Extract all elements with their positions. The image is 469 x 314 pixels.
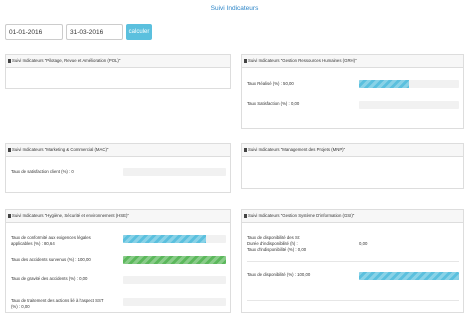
hse-row-accidents-bar <box>123 256 226 264</box>
calculate-button[interactable]: calculer <box>126 24 152 40</box>
gsi-separator <box>247 261 459 262</box>
panel-hse-header: Suivi Indicateurs "Hygiène, Sécurité et … <box>6 210 230 223</box>
chart-icon <box>8 58 11 63</box>
panel-mnp: Suivi Indicateurs "Management des Projet… <box>241 143 464 189</box>
grh-row-taux-realise-label: Taux Réalisé (%) : 50,00 <box>247 81 294 86</box>
chart-icon <box>8 213 11 218</box>
hse-row-conformite-line2: applicables (%) : 80,64 <box>11 241 55 246</box>
hse-row-sst-label: Taux de traitement des actions lié à l'a… <box>11 298 104 310</box>
panel-mnp-title: Suivi Indicateurs "Management des Projet… <box>248 147 346 152</box>
gsi-separator-bottom <box>247 300 459 301</box>
progress-fill <box>123 235 207 243</box>
chart-icon <box>244 58 247 63</box>
hse-row-sst-line2: (%) : 0,00 <box>11 304 30 309</box>
hse-row-conformite-label: Taux de conformité aux exigences légales… <box>11 235 91 247</box>
mac-row-satisfaction-bar <box>123 168 226 176</box>
hse-row-accidents-label: Taux des accidents survenus (%) : 100,00 <box>11 257 91 262</box>
mac-row-satisfaction-label: Taux de satisfaction client (%) : 0 <box>11 169 74 174</box>
panel-mac-title: Suivi Indicateurs "Marketing & Commercia… <box>12 147 109 152</box>
panel-gsi-header: Suivi Indicateurs "Gestion Système D'inf… <box>242 210 463 223</box>
progress-fill <box>123 256 226 264</box>
panel-hse-title: Suivi Indicateurs "Hygiène, Sécurité et … <box>12 213 129 218</box>
panel-pol: Suivi Indicateurs "Pilotage, Revue et Am… <box>5 54 231 89</box>
progress-fill <box>359 80 409 88</box>
chart-icon <box>244 213 247 218</box>
gsi-downtime-value: 0,00 <box>359 241 368 246</box>
hse-row-conformite-bar <box>123 235 226 243</box>
panel-pol-title: Suivi Indicateurs "Pilotage, Revue et Am… <box>12 58 121 63</box>
panel-hse: Suivi Indicateurs "Hygiène, Sécurité et … <box>5 209 231 313</box>
progress-fill <box>359 272 459 280</box>
panel-gsi-title: Suivi Indicateurs "Gestion Système D'inf… <box>248 213 355 218</box>
panel-grh-header: Suivi Indicateurs "Gestion Ressources Hu… <box>242 55 463 68</box>
grh-row-taux-satisfaction-bar <box>359 101 459 109</box>
panel-grh-title: Suivi Indicateurs "Gestion Ressources Hu… <box>248 58 357 63</box>
chart-icon <box>8 147 11 152</box>
panel-gsi: Suivi Indicateurs "Gestion Système D'inf… <box>241 209 464 313</box>
panel-grh: Suivi Indicateurs "Gestion Ressources Hu… <box>241 54 464 129</box>
panel-pol-header: Suivi Indicateurs "Pilotage, Revue et Am… <box>6 55 230 68</box>
date-from-input[interactable]: 01-01-2016 <box>5 24 63 40</box>
page-title: Suivi Indicateurs <box>210 5 259 12</box>
hse-row-gravite-label: Taux de gravité des accidents (%) : 0,00 <box>11 276 88 281</box>
hse-row-sst-bar <box>123 298 226 306</box>
grh-row-taux-satisfaction-label: Taux Satisfaction (%) : 0,00 <box>247 101 300 106</box>
panel-mnp-header: Suivi Indicateurs "Management des Projet… <box>242 144 463 157</box>
gsi-availability-label: Taux de disponibilité (%) : 100,00 <box>247 272 311 277</box>
hse-row-gravite-bar <box>123 276 226 284</box>
chart-icon <box>244 147 247 152</box>
date-to-input[interactable]: 31-03-2016 <box>66 24 123 40</box>
grh-row-taux-realise-bar <box>359 80 459 88</box>
panel-mac: Suivi Indicateurs "Marketing & Commercia… <box>5 143 231 193</box>
panel-mac-header: Suivi Indicateurs "Marketing & Commercia… <box>6 144 230 157</box>
gsi-availability-bar <box>359 272 459 280</box>
gsi-unavailability-label: Taux d'indisponibilité (%) : 0,00 <box>247 247 307 252</box>
